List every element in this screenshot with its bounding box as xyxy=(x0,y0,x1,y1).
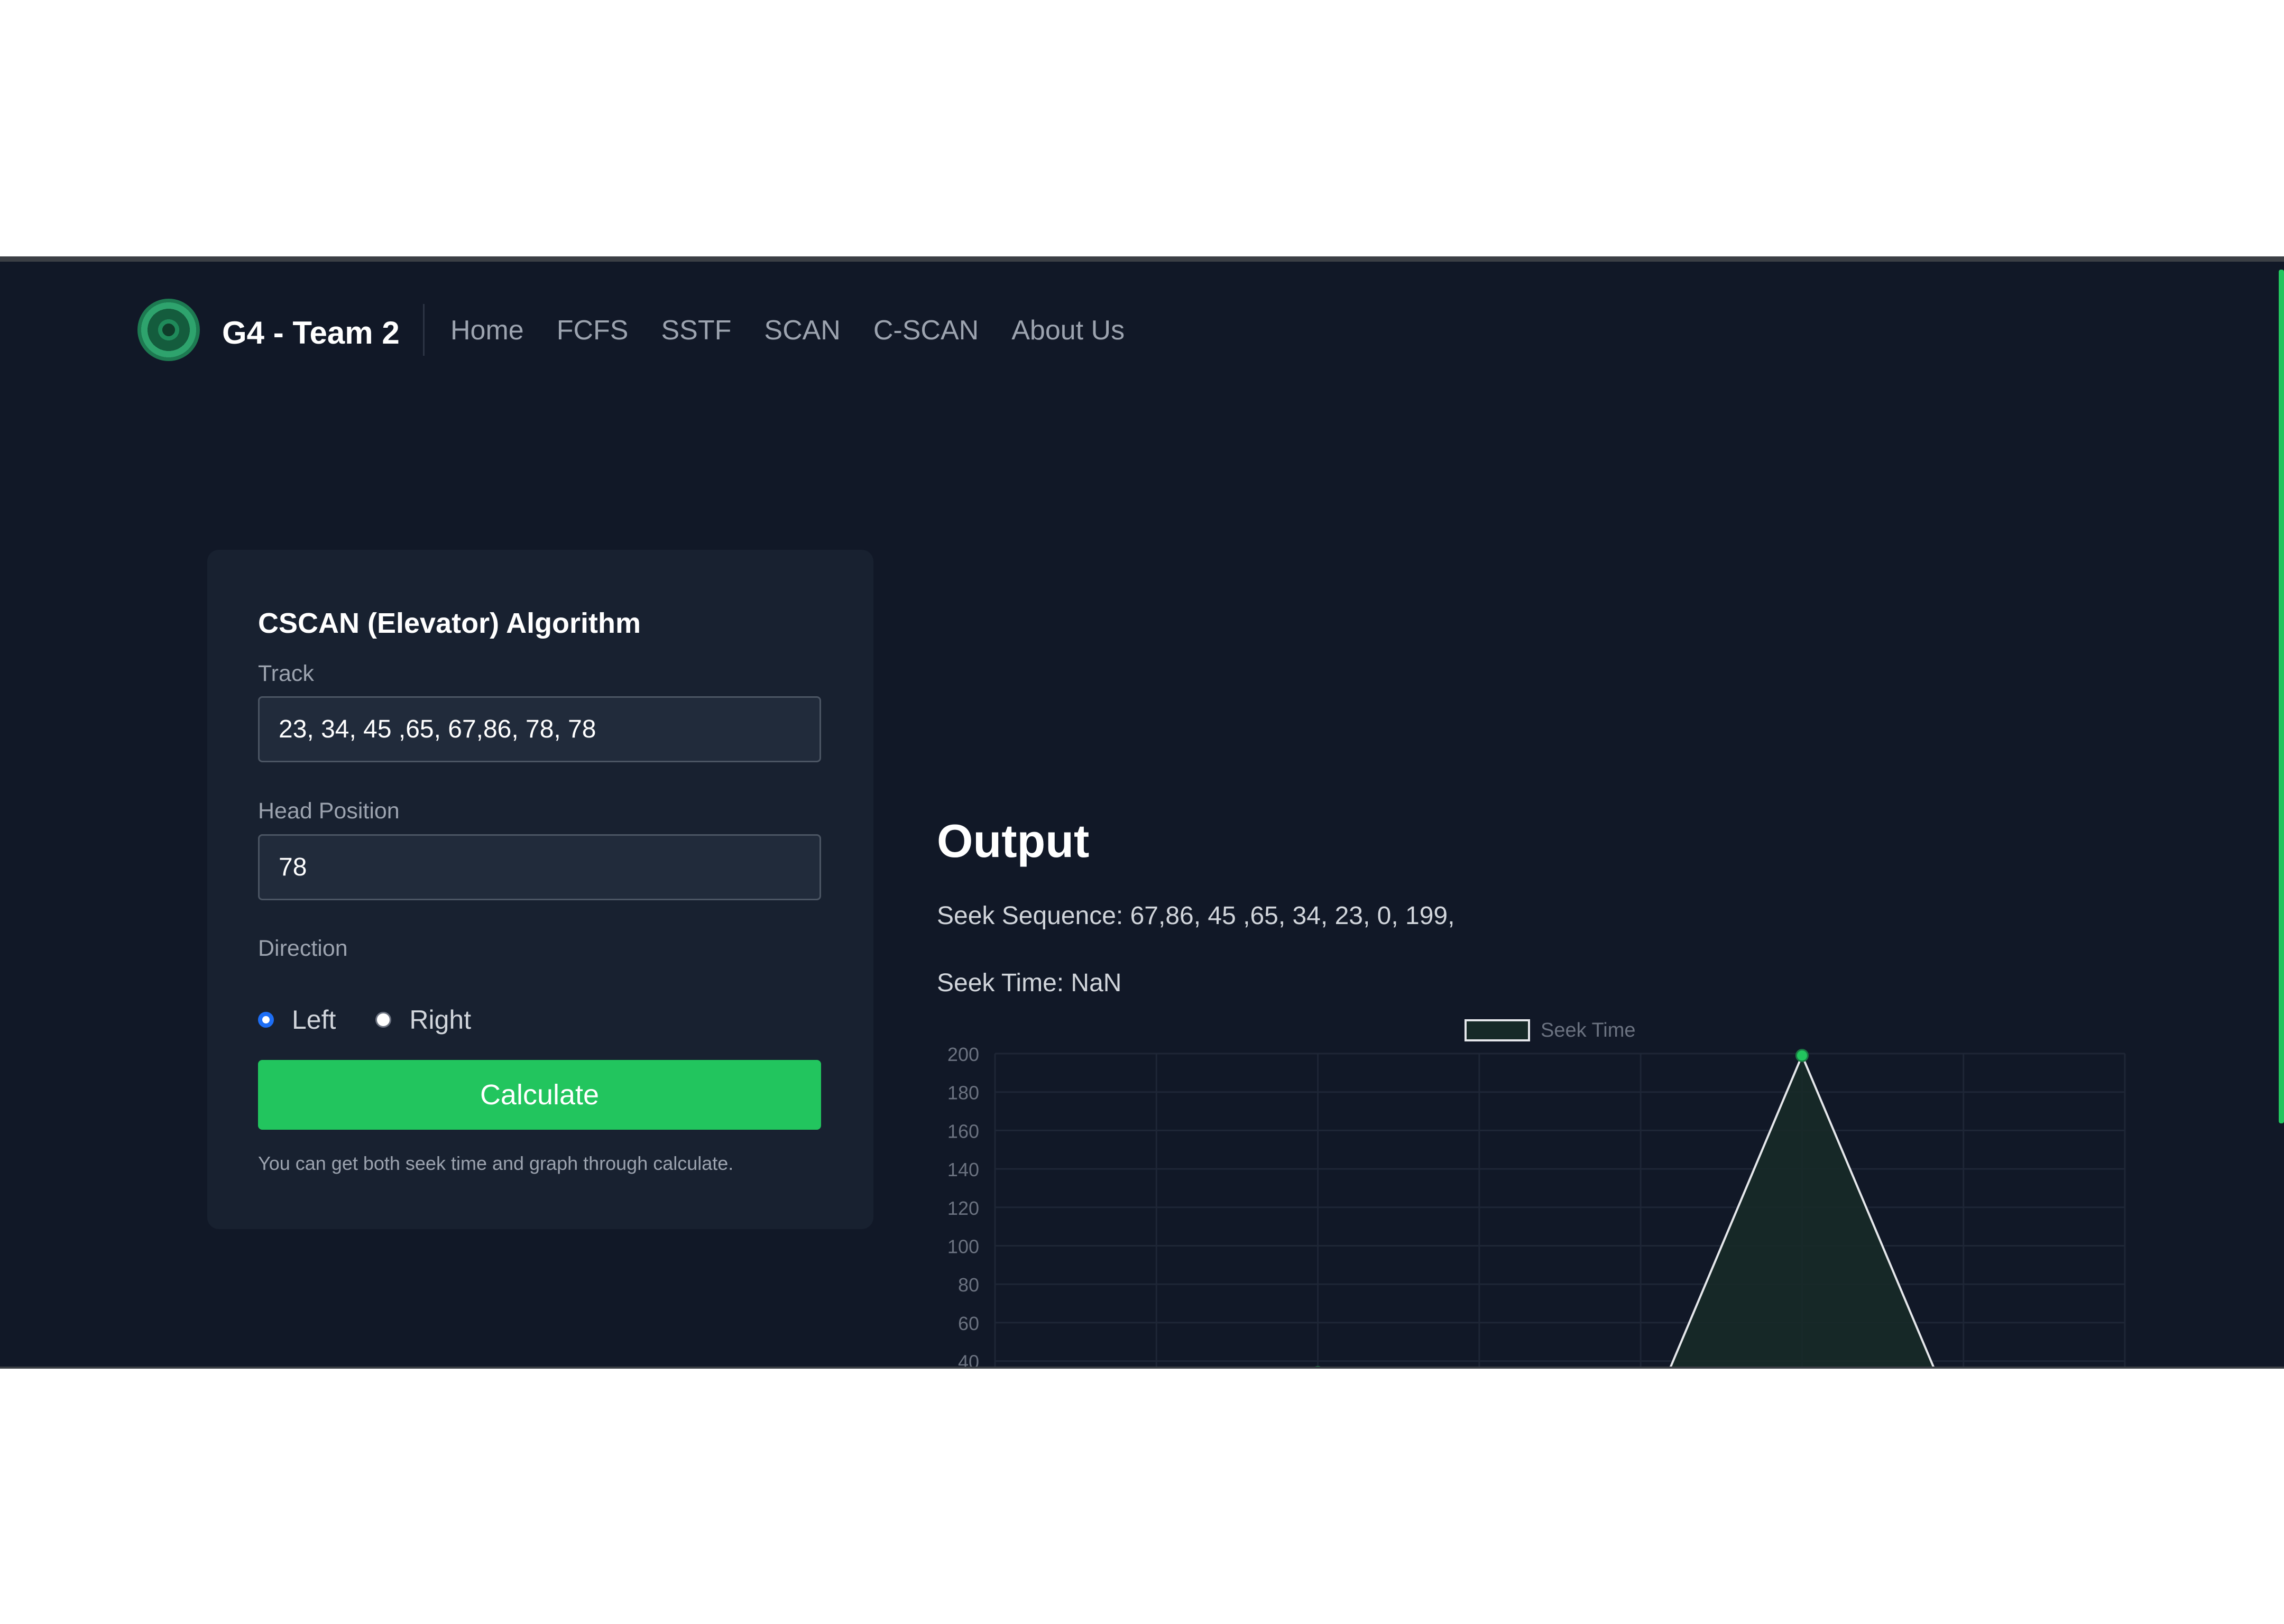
head-position-label: Head Position xyxy=(258,798,400,824)
app-window: G4 - Team 2 Home FCFS SSTF SCAN C-SCAN A… xyxy=(0,256,2284,1367)
seek-chart: 0204060801001201401601802001 2 3 4 5 6 7 8Seek … xyxy=(947,1019,2126,1367)
legend-label: Seek Time xyxy=(1541,1019,1636,1041)
nav-divider xyxy=(423,304,425,356)
nav-link-home[interactable]: Home xyxy=(450,315,524,346)
nav-link-sstf[interactable]: SSTF xyxy=(661,315,731,346)
track-input[interactable] xyxy=(258,696,821,762)
direction-right-label[interactable]: Right xyxy=(409,1004,471,1035)
legend-swatch xyxy=(1465,1019,1530,1041)
nav-link-cscan[interactable]: C-SCAN xyxy=(873,315,979,346)
seek-sequence-text: Seek Sequence: 67,86, 45 ,65, 34, 23, 0,… xyxy=(937,902,1455,930)
brand-title[interactable]: G4 - Team 2 xyxy=(222,315,400,351)
calculate-hint: You can get both seek time and graph thr… xyxy=(258,1152,734,1174)
nav-link-fcfs[interactable]: FCFS xyxy=(557,315,629,346)
direction-right-radio[interactable] xyxy=(375,1012,392,1028)
data-point xyxy=(1795,1049,1809,1063)
nav-link-scan[interactable]: SCAN xyxy=(764,315,840,346)
direction-radio-group: Left Right xyxy=(258,1004,471,1035)
algorithm-form-card: CSCAN (Elevator) Algorithm Track Head Po… xyxy=(207,550,873,1229)
y-tick-label: 100 xyxy=(947,1236,979,1258)
y-tick-label: 140 xyxy=(947,1159,979,1180)
direction-left-radio[interactable] xyxy=(258,1012,274,1028)
nav-link-about-us[interactable]: About Us xyxy=(1011,315,1125,346)
y-tick-label: 160 xyxy=(947,1120,979,1142)
direction-label: Direction xyxy=(258,936,348,961)
seek-time-text: Seek Time: NaN xyxy=(937,969,1122,997)
nav-menu: Home FCFS SSTF SCAN C-SCAN About Us xyxy=(450,315,1125,346)
scrollbar-thumb[interactable] xyxy=(2279,270,2284,1123)
head-position-input[interactable] xyxy=(258,834,821,900)
y-tick-label: 120 xyxy=(947,1197,979,1219)
direction-left-label[interactable]: Left xyxy=(292,1004,336,1035)
y-tick-label: 200 xyxy=(947,1044,979,1065)
disc-icon[interactable] xyxy=(137,299,200,361)
y-tick-label: 40 xyxy=(958,1351,979,1367)
y-tick-label: 60 xyxy=(958,1313,979,1334)
y-tick-label: 180 xyxy=(947,1082,979,1104)
y-tick-label: 80 xyxy=(958,1274,979,1296)
window-bottom-border xyxy=(0,1367,2284,1369)
track-label: Track xyxy=(258,661,314,686)
output-title: Output xyxy=(937,815,1090,867)
form-title: CSCAN (Elevator) Algorithm xyxy=(258,607,641,639)
calculate-button[interactable]: Calculate xyxy=(258,1060,821,1130)
